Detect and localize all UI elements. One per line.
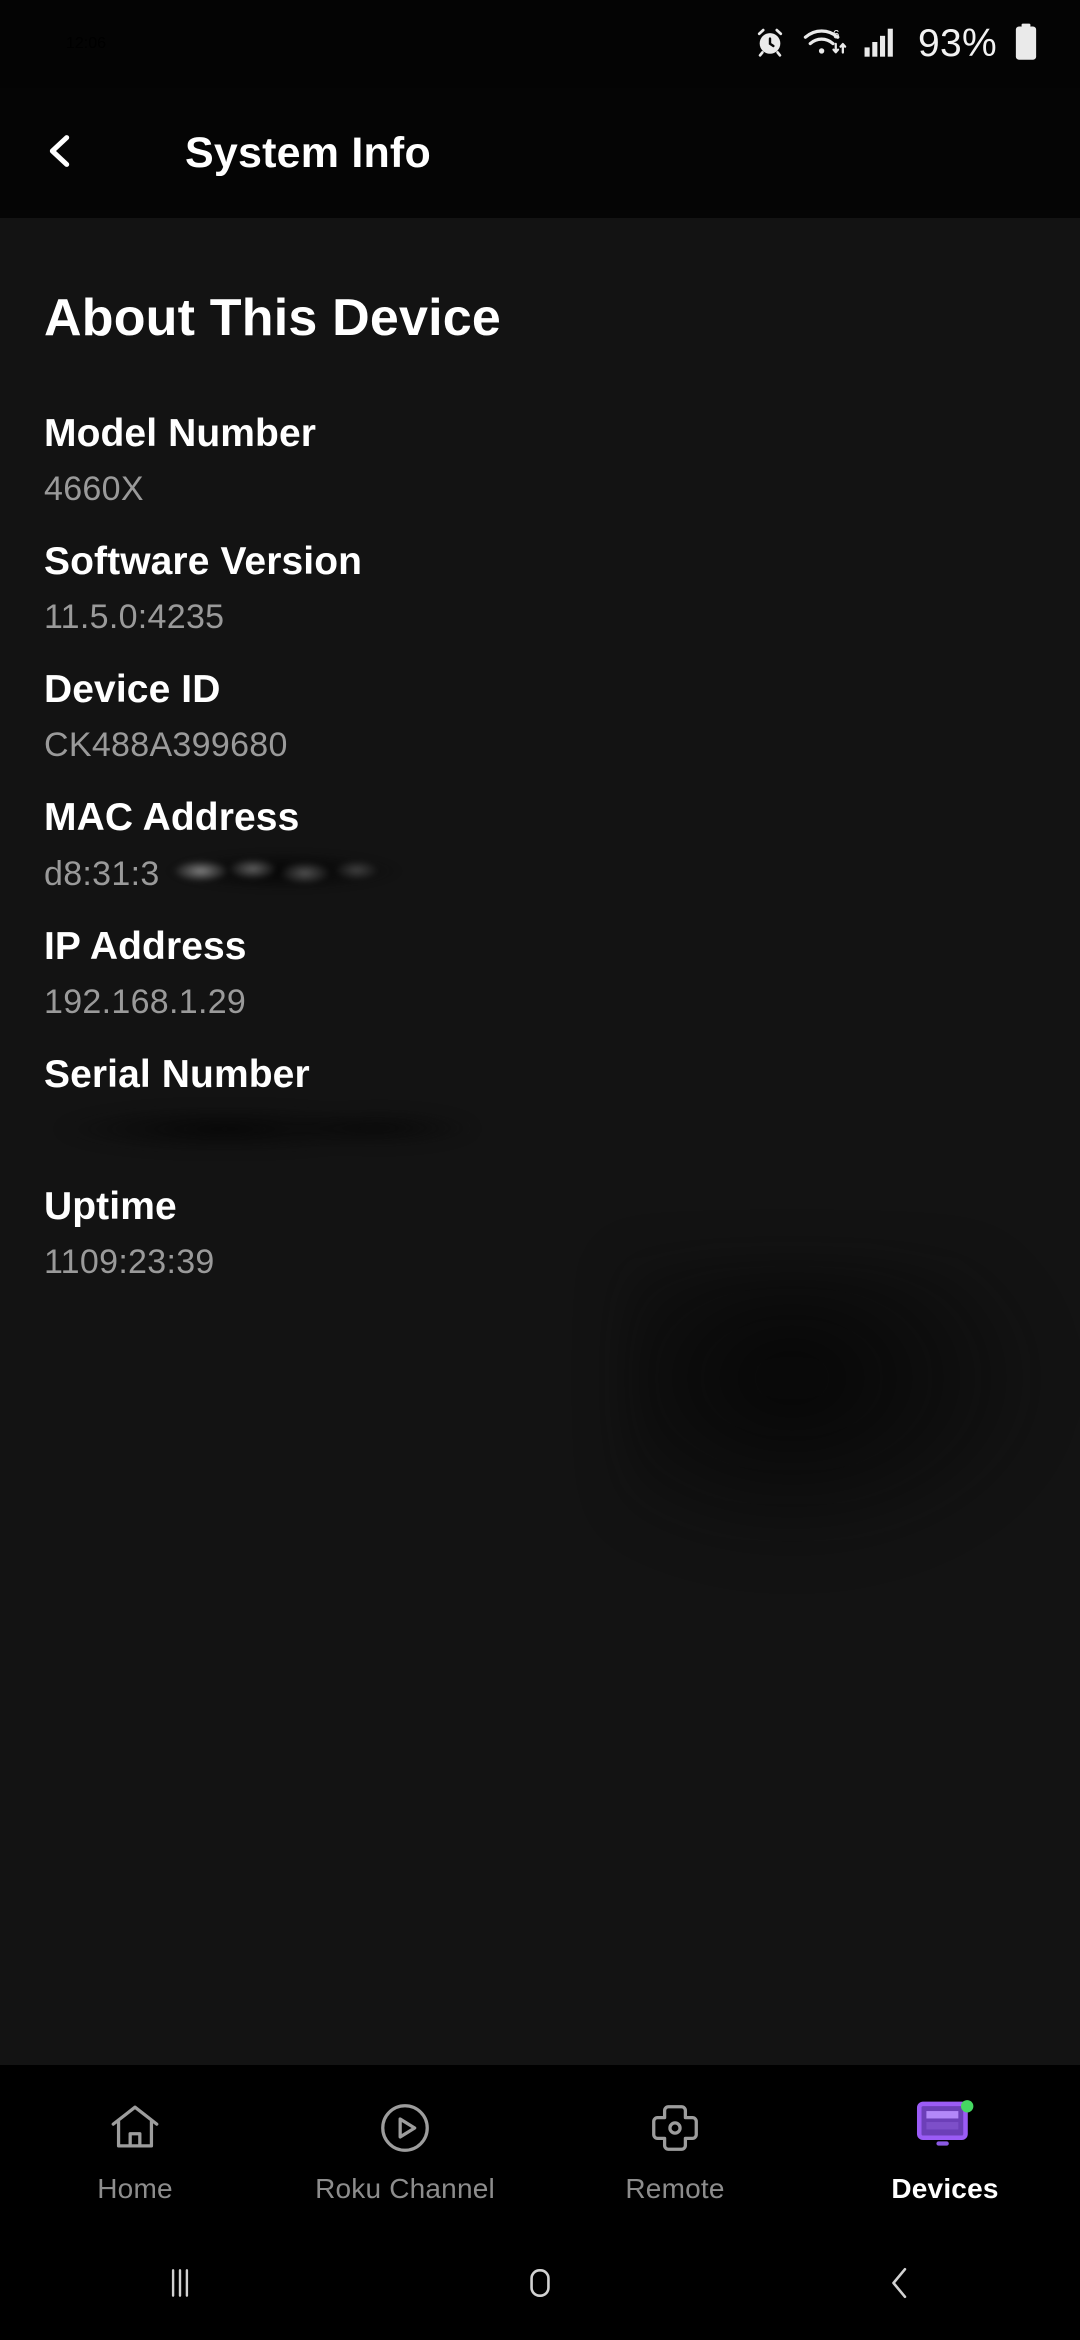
home-square-icon xyxy=(517,2260,563,2311)
info-label: IP Address xyxy=(44,924,247,968)
play-circle-icon xyxy=(376,2097,434,2159)
tab-roku-channel[interactable]: Roku Channel xyxy=(270,2065,540,2230)
info-label: Software Version xyxy=(44,539,363,583)
status-bar-clock: 12:06 xyxy=(66,35,107,52)
info-label: Device ID xyxy=(44,667,221,711)
status-bar-icons: 6 93% xyxy=(753,22,1040,66)
info-row: Model Number 4660X xyxy=(0,410,1080,511)
page-title: System Info xyxy=(185,128,431,177)
info-label: Model Number xyxy=(44,412,317,455)
recents-icon xyxy=(157,2260,203,2311)
back-button[interactable] xyxy=(0,88,120,218)
bottom-tab-bar: Home Roku Channel Remote Devices xyxy=(0,2065,1080,2230)
background-smudge xyxy=(620,1258,1050,1558)
tab-remote-label: Remote xyxy=(625,2172,725,2204)
tab-devices-label: Devices xyxy=(891,2172,999,2204)
info-value: 4660X xyxy=(44,469,144,508)
tab-devices[interactable]: Devices xyxy=(810,2065,1080,2230)
tab-roku-channel-label: Roku Channel xyxy=(315,2172,495,2204)
tab-remote[interactable]: Remote xyxy=(540,2065,810,2230)
info-value-redacted xyxy=(44,1107,474,1152)
tv-device-icon xyxy=(914,2097,976,2159)
wifi-6-icon: 6 xyxy=(802,25,848,64)
info-label: MAC Address xyxy=(44,795,300,839)
info-row: Software Version 11.5.0:4235 xyxy=(0,538,1080,639)
section-title: About This Device xyxy=(44,289,502,347)
info-label: Serial Number xyxy=(44,1052,310,1096)
app-header: System Info xyxy=(0,88,1080,218)
phone-screen: 12:06 6 93% System Info About This Devic… xyxy=(0,0,1080,2340)
android-navigation-bar xyxy=(0,2230,1080,2340)
device-info-list: Model Number 4660X Software Version 11.5.0:… xyxy=(0,410,1080,1284)
nav-home-button[interactable] xyxy=(360,2230,720,2340)
cellular-signal-icon xyxy=(863,26,897,63)
info-row: IP Address 192.168.1.29 xyxy=(0,923,1080,1024)
info-value: CK488A399680 xyxy=(44,725,288,764)
dpad-icon xyxy=(646,2097,704,2159)
alarm-clock-icon xyxy=(753,25,787,64)
info-value: 192.168.1.29 xyxy=(44,982,247,1021)
redaction-smudge xyxy=(153,850,414,891)
chevron-left-icon xyxy=(37,128,83,179)
battery-percent-label: 93% xyxy=(918,22,997,65)
content-scroll-area[interactable]: About This Device Model Number 4660X Softw… xyxy=(0,218,1080,2065)
svg-text:6: 6 xyxy=(833,27,840,41)
info-row: Device ID CK488A399680 xyxy=(0,666,1080,767)
info-value: 11.5.0:4235 xyxy=(44,597,225,636)
info-label: Uptime xyxy=(44,1185,177,1229)
info-value: d8:31:3 xyxy=(44,850,414,896)
nav-recents-button[interactable] xyxy=(0,2230,360,2340)
info-value-visible-part: d8:31:3 xyxy=(44,854,160,893)
battery-icon xyxy=(1012,23,1040,66)
status-bar: 12:06 6 93% xyxy=(0,0,1080,88)
info-row: Uptime 1109:23:39 xyxy=(0,1183,1080,1284)
back-chevron-icon xyxy=(877,2260,923,2311)
tab-home-label: Home xyxy=(97,2172,173,2204)
nav-back-button[interactable] xyxy=(720,2230,1080,2340)
home-icon xyxy=(106,2097,164,2159)
info-row: Serial Number xyxy=(0,1051,1080,1157)
info-row: MAC Address d8:31:3 xyxy=(0,794,1080,896)
tab-home[interactable]: Home xyxy=(0,2065,270,2230)
info-value: 1109:23:39 xyxy=(44,1243,215,1282)
